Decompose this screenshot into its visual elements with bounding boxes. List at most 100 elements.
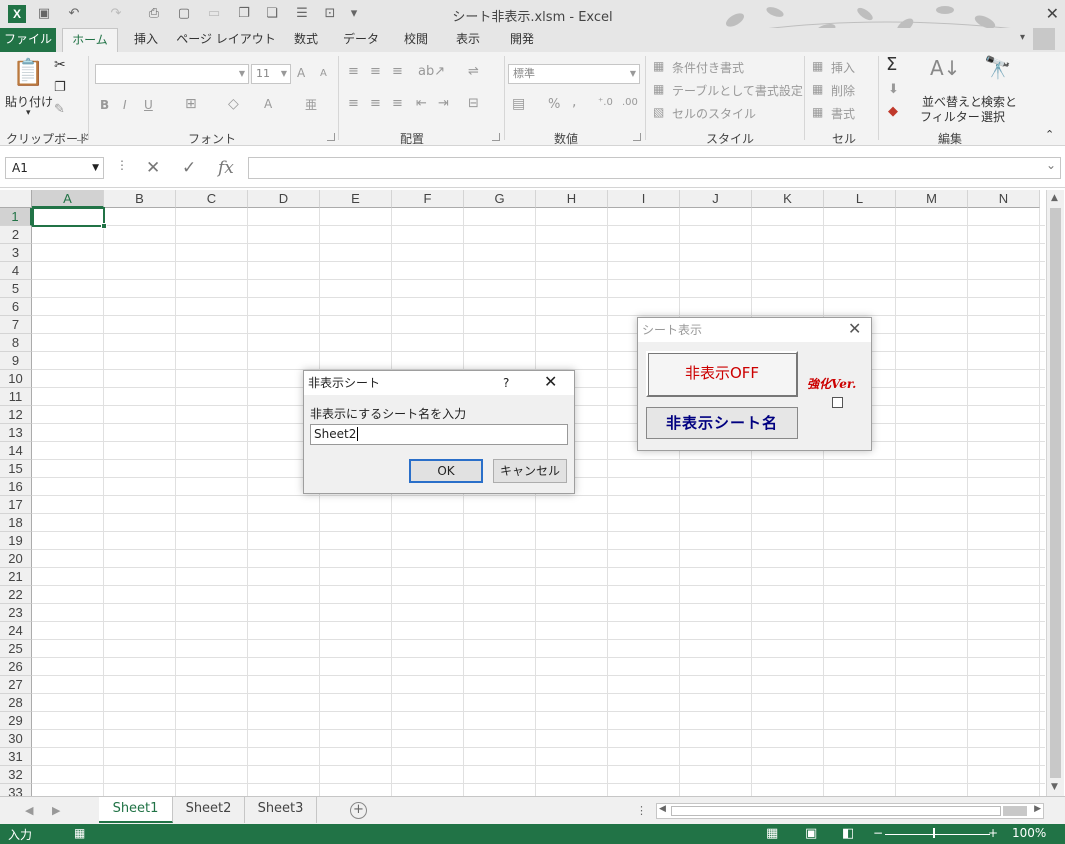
format-cells-button[interactable]: 書式	[831, 105, 855, 122]
conditional-format-button[interactable]: 条件付き書式	[672, 59, 744, 76]
tab-home[interactable]: ホーム	[62, 28, 118, 52]
scroll-down-icon[interactable]: ▼	[1051, 782, 1058, 792]
sheet-tab-sheet1[interactable]: Sheet1	[99, 797, 173, 823]
row-header[interactable]: 28	[0, 694, 32, 712]
row-header[interactable]: 19	[0, 532, 32, 550]
row-header[interactable]: 15	[0, 460, 32, 478]
wrap-text-icon[interactable]: ⇌	[468, 64, 479, 79]
select-all-corner[interactable]	[0, 190, 32, 208]
zoom-in-icon[interactable]: +	[988, 826, 998, 840]
expand-formula-bar-icon[interactable]: ⌄	[1046, 158, 1056, 172]
row-header[interactable]: 12	[0, 406, 32, 424]
row-header[interactable]: 33	[0, 784, 32, 796]
row-header[interactable]: 3	[0, 244, 32, 262]
font-launcher-icon[interactable]	[327, 133, 335, 141]
row-header[interactable]: 32	[0, 766, 32, 784]
page-layout-view-icon[interactable]: ▣	[805, 826, 817, 841]
row-header[interactable]: 6	[0, 298, 32, 316]
align-middle-icon[interactable]: ≡	[370, 64, 381, 79]
format-cells-icon[interactable]: ▦	[812, 105, 823, 119]
format-painter-icon[interactable]: ✎	[54, 102, 65, 117]
ribbon-display-options-icon[interactable]: ▾	[1020, 32, 1025, 43]
row-header[interactable]: 7	[0, 316, 32, 334]
align-right-icon[interactable]: ≡	[392, 96, 403, 111]
normal-view-icon[interactable]: ▦	[766, 826, 778, 841]
scroll-left-icon[interactable]: ◀	[659, 804, 666, 814]
vertical-scrollbar[interactable]: ▲ ▼	[1046, 190, 1064, 796]
decrease-decimal-icon[interactable]: .00	[622, 97, 638, 108]
vertical-scroll-thumb[interactable]	[1050, 208, 1061, 778]
borders-icon[interactable]: ⊞	[185, 96, 197, 112]
grow-font-icon[interactable]: A	[297, 66, 305, 80]
scroll-up-icon[interactable]: ▲	[1051, 193, 1058, 203]
copy-ribbon-icon[interactable]: ❐	[54, 80, 66, 95]
tab-developer[interactable]: 開発	[498, 28, 546, 52]
fill-icon[interactable]: ⬇	[888, 82, 899, 97]
tab-review[interactable]: 校閲	[394, 28, 438, 52]
autosum-button[interactable]: Σ	[886, 54, 897, 75]
find-select-label-2[interactable]: 選択	[981, 108, 1005, 125]
column-header[interactable]: B	[104, 190, 176, 208]
sheet-name-input[interactable]: Sheet2	[310, 424, 568, 445]
decrease-indent-icon[interactable]: ⇤	[416, 96, 427, 111]
sort-filter-label-2[interactable]: フィルター	[920, 108, 980, 125]
tab-data[interactable]: データ	[336, 28, 386, 52]
row-header[interactable]: 10	[0, 370, 32, 388]
row-header[interactable]: 31	[0, 748, 32, 766]
row-header[interactable]: 22	[0, 586, 32, 604]
clipboard-launcher-icon[interactable]	[77, 133, 85, 141]
column-header[interactable]: K	[752, 190, 824, 208]
paste-dropdown-icon[interactable]: ▾	[26, 108, 31, 118]
column-header[interactable]: H	[536, 190, 608, 208]
zoom-slider-thumb[interactable]	[933, 828, 935, 838]
font-color-icon[interactable]: A	[264, 97, 272, 111]
dialog-close-icon[interactable]: ✕	[544, 372, 557, 391]
column-header[interactable]: M	[896, 190, 968, 208]
row-header[interactable]: 11	[0, 388, 32, 406]
clear-icon[interactable]: ◆	[888, 104, 898, 119]
row-header[interactable]: 13	[0, 424, 32, 442]
row-header[interactable]: 25	[0, 640, 32, 658]
italic-button[interactable]: I	[123, 98, 127, 112]
number-launcher-icon[interactable]	[633, 133, 641, 141]
increase-decimal-icon[interactable]: ⁺.0	[598, 97, 613, 108]
row-header[interactable]: 9	[0, 352, 32, 370]
cell-styles-icon[interactable]: ▧	[653, 105, 664, 119]
tab-splitter-icon[interactable]: ⋮	[636, 804, 647, 817]
underline-button[interactable]: U	[144, 98, 153, 112]
column-header[interactable]: N	[968, 190, 1040, 208]
page-break-view-icon[interactable]: ◧	[842, 826, 854, 841]
help-button[interactable]: ?	[503, 376, 509, 390]
zoom-out-icon[interactable]: −	[873, 826, 883, 840]
tab-view[interactable]: 表示	[446, 28, 490, 52]
align-center-icon[interactable]: ≡	[370, 96, 381, 111]
column-header[interactable]: L	[824, 190, 896, 208]
column-header[interactable]: G	[464, 190, 536, 208]
row-header[interactable]: 24	[0, 622, 32, 640]
zoom-slider[interactable]	[885, 834, 990, 835]
active-cell[interactable]	[32, 207, 107, 229]
row-header[interactable]: 26	[0, 658, 32, 676]
column-header[interactable]: I	[608, 190, 680, 208]
macro-record-icon[interactable]: ▦	[74, 826, 85, 840]
align-left-icon[interactable]: ≡	[348, 96, 359, 111]
alignment-launcher-icon[interactable]	[492, 133, 500, 141]
column-header[interactable]: C	[176, 190, 248, 208]
merge-center-icon[interactable]: ⊟	[468, 96, 479, 111]
tab-page-layout[interactable]: ページ レイアウト	[176, 28, 276, 52]
cancel-entry-icon[interactable]: ✕	[146, 158, 160, 178]
formula-input[interactable]	[248, 157, 1061, 179]
row-header[interactable]: 29	[0, 712, 32, 730]
sheet-tab-sheet2[interactable]: Sheet2	[173, 797, 245, 823]
phonetic-icon[interactable]: 亜	[305, 96, 317, 113]
column-header[interactable]: A	[32, 190, 104, 208]
collapse-ribbon-icon[interactable]: ⌃	[1045, 128, 1054, 141]
confirm-entry-icon[interactable]: ✓	[182, 158, 196, 178]
insert-cells-button[interactable]: 挿入	[831, 59, 855, 76]
align-bottom-icon[interactable]: ≡	[392, 64, 403, 79]
bold-button[interactable]: B	[100, 98, 109, 112]
format-as-table-icon[interactable]: ▦	[653, 82, 664, 96]
cell-area[interactable]	[32, 208, 1045, 796]
insert-cells-icon[interactable]: ▦	[812, 59, 823, 73]
conditional-format-icon[interactable]: ▦	[653, 59, 664, 73]
